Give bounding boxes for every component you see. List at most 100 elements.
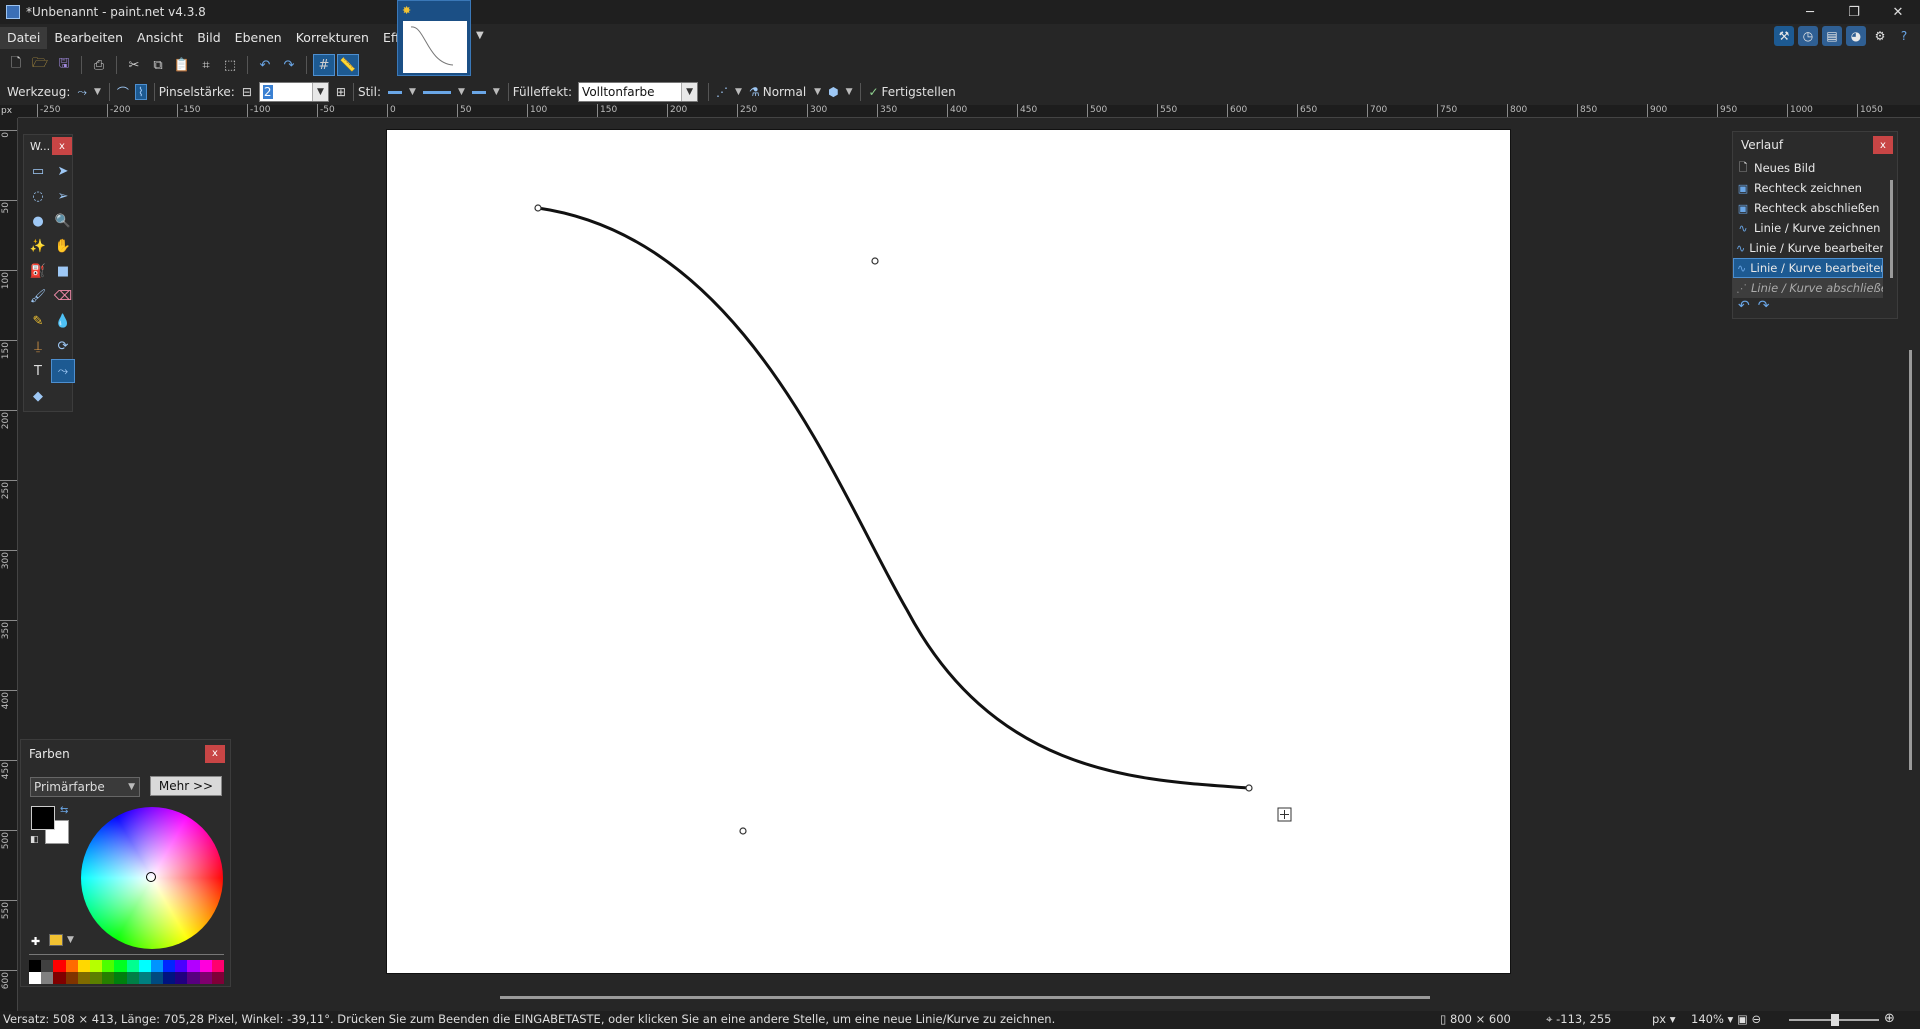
curve-spline-icon[interactable]: ⌒ (117, 84, 129, 101)
help-icon[interactable]: ? (1894, 26, 1914, 46)
cap-style-dropdown-icon[interactable]: ▼ (493, 87, 500, 97)
restore-button[interactable]: ❐ (1832, 0, 1876, 24)
palette-swatch[interactable] (163, 972, 176, 984)
brush-width-field[interactable]: 2 ▼ (258, 82, 329, 102)
lasso-select-icon[interactable]: ◌ (26, 184, 50, 208)
curve-drawing[interactable] (387, 130, 1510, 973)
antialias-dropdown-icon[interactable]: ▼ (735, 87, 742, 97)
tools-toggle-icon[interactable]: ⚒ (1774, 26, 1794, 46)
palette-swatch[interactable] (41, 972, 54, 984)
palette-swatch[interactable] (138, 972, 151, 984)
pan-hand-icon[interactable]: ✋ (51, 234, 75, 258)
history-toggle-icon[interactable]: ◷ (1798, 26, 1818, 46)
palette-dropdown-icon[interactable]: ▼ (67, 935, 74, 945)
text-tool-icon[interactable]: T (26, 359, 50, 383)
layers-toggle-icon[interactable]: ▤ (1822, 26, 1842, 46)
menu-korrekturen[interactable]: Korrekturen (289, 27, 376, 49)
palette-swatch[interactable] (29, 960, 42, 972)
grid-toggle-icon[interactable]: # (313, 54, 335, 76)
palette-swatch[interactable] (175, 972, 188, 984)
image-list-dropdown-icon[interactable]: ▼ (476, 30, 484, 41)
close-window-button[interactable]: ✕ (1876, 0, 1920, 24)
swap-colors-icon[interactable]: ⇆ (60, 805, 68, 816)
curve-tool-icon[interactable]: ⤳ (77, 85, 87, 100)
antialias-icon[interactable]: ⋰ (716, 85, 728, 99)
curve-control-handle[interactable] (739, 827, 747, 835)
palette-swatch[interactable] (187, 972, 200, 984)
tool-dropdown-icon[interactable]: ▼ (94, 87, 101, 97)
image-thumbnail-tab[interactable]: ✸ (397, 0, 471, 76)
palette-swatch[interactable] (150, 972, 164, 984)
decrease-brush-icon[interactable]: ⊟ (242, 85, 252, 99)
history-redo-icon[interactable]: ↷ (1758, 298, 1770, 314)
palette-swatch[interactable] (102, 960, 115, 972)
close-icon[interactable]: x (52, 137, 72, 155)
fill-dropdown-icon[interactable]: ▼ (681, 83, 698, 101)
unit-select[interactable]: px ▾ (1652, 1012, 1676, 1026)
history-item[interactable]: ∿ Linie / Kurve bearbeiten (1733, 238, 1883, 258)
history-item[interactable]: ∿ Linie / Kurve zeichnen (1733, 218, 1883, 238)
copy-icon[interactable]: ⧉ (147, 54, 169, 76)
cap-style-icon[interactable] (471, 90, 486, 94)
palette-swatch[interactable] (53, 960, 66, 972)
palette-swatch[interactable] (65, 972, 78, 984)
pencil-icon[interactable]: ✎ (26, 309, 50, 333)
selection-mode-icon[interactable]: ⬢ (828, 85, 838, 99)
line-curve-tool-icon[interactable]: ⤳ (51, 359, 75, 383)
fill-select[interactable]: Volltonfarbe ▼ (578, 82, 699, 102)
close-icon[interactable]: x (205, 744, 225, 763)
palette-swatch[interactable] (89, 960, 103, 972)
image-canvas[interactable] (387, 130, 1510, 973)
line-style-icon[interactable] (422, 90, 451, 94)
crop-icon[interactable]: ⌗ (195, 54, 217, 76)
settings-gear-icon[interactable]: ⚙ (1870, 26, 1890, 46)
bezier-curve[interactable] (537, 206, 1250, 790)
dash-style-icon[interactable] (388, 90, 403, 94)
gradient-icon[interactable]: ■ (51, 259, 75, 283)
palette-swatch[interactable] (29, 972, 42, 984)
vertical-scrollbar[interactable] (1909, 350, 1912, 770)
colors-window-header[interactable]: Farben x (21, 740, 230, 767)
menu-ebenen[interactable]: Ebenen (228, 27, 289, 49)
deselect-icon[interactable]: ⬚ (219, 54, 241, 76)
line-style-dropdown-icon[interactable]: ▼ (458, 87, 465, 97)
curve-endpoint-handle[interactable] (534, 204, 542, 212)
primary-color-swatch[interactable] (31, 806, 55, 830)
history-window-header[interactable]: Verlauf x (1733, 132, 1897, 158)
move-selection-icon[interactable]: ➢ (51, 184, 75, 208)
zoom-level[interactable]: 140% ▾ ▣ ⊖ (1691, 1012, 1761, 1026)
menu-ansicht[interactable]: Ansicht (130, 27, 190, 49)
cut-icon[interactable]: ✂ (123, 54, 145, 76)
history-item[interactable]: ▣ Rechteck zeichnen (1733, 178, 1883, 198)
increase-brush-icon[interactable]: ⊞ (336, 85, 346, 99)
zoom-icon[interactable]: 🔍 (51, 209, 75, 233)
recolor-icon[interactable]: ⟳ (51, 334, 75, 358)
blend-mode-icon[interactable]: ⚗ (749, 85, 760, 99)
horizontal-scrollbar[interactable] (500, 996, 1430, 999)
clone-stamp-icon[interactable]: ⍊ (26, 334, 50, 358)
history-item[interactable]: 🗋 Neues Bild (1733, 158, 1883, 178)
history-item[interactable]: ▣ Rechteck abschließen (1733, 198, 1883, 218)
palette-swatch[interactable] (114, 972, 127, 984)
eraser-icon[interactable]: ⌫ (51, 284, 75, 308)
zoom-in-icon[interactable]: ⊕ (1884, 1011, 1895, 1026)
redo-icon[interactable]: ↷ (278, 54, 300, 76)
palette-swatch[interactable] (199, 972, 212, 984)
zoom-slider-thumb[interactable] (1831, 1014, 1839, 1026)
history-item-redo[interactable]: ⋰ Linie / Kurve abschließen (1733, 278, 1883, 298)
palette-swatch[interactable] (102, 972, 115, 984)
palette-swatch[interactable] (126, 972, 139, 984)
print-icon[interactable]: ⎙ (88, 54, 110, 76)
paintbrush-icon[interactable]: 🖌 (26, 284, 50, 308)
palette-swatch[interactable] (77, 960, 90, 972)
dash-style-dropdown-icon[interactable]: ▼ (409, 87, 416, 97)
menu-bild[interactable]: Bild (190, 27, 227, 49)
palette-swatch[interactable] (199, 960, 212, 972)
palette-swatch[interactable] (138, 960, 151, 972)
history-scrollbar[interactable] (1890, 180, 1893, 278)
palette-swatch[interactable] (211, 960, 224, 972)
palette-swatch[interactable] (53, 972, 66, 984)
blend-mode-value[interactable]: Normal (763, 85, 806, 99)
color-wheel-selector[interactable] (146, 872, 156, 882)
palette-swatch[interactable] (77, 972, 90, 984)
